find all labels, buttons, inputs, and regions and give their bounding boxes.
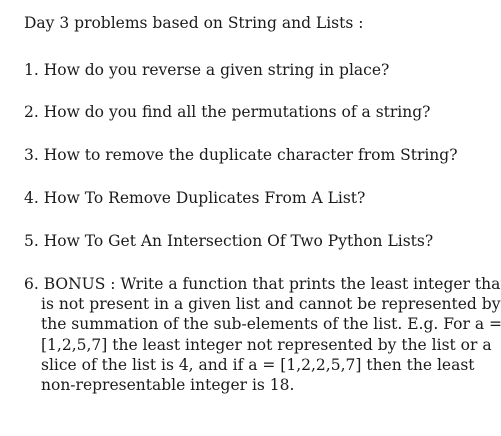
- document-page: Day 3 problems based on String and Lists…: [0, 0, 501, 436]
- bonus-line-3: the summation of the sub-elements of the…: [41, 315, 501, 334]
- question-3: 3. How to remove the duplicate character…: [24, 146, 458, 164]
- question-5: 5. How To Get An Intersection Of Two Pyt…: [24, 232, 434, 250]
- bonus-line-6: non-representable integer is 18.: [41, 376, 295, 395]
- page-heading: Day 3 problems based on String and Lists…: [24, 14, 364, 32]
- bonus-line-1: 6. BONUS : Write a function that prints …: [24, 275, 501, 293]
- question-1: 1. How do you reverse a given string in …: [24, 61, 390, 79]
- bonus-line-4: [1,2,5,7] the least integer not represen…: [41, 335, 492, 354]
- bonus-line-2: is not present in a given list and canno…: [41, 295, 501, 314]
- question-6-bonus: 6. BONUS : Write a function that prints …: [24, 274, 501, 395]
- bonus-line-5: slice of the list is 4, and if a = [1,2,…: [41, 355, 475, 374]
- question-2: 2. How do you find all the permutations …: [24, 103, 431, 121]
- question-4: 4. How To Remove Duplicates From A List?: [24, 189, 366, 207]
